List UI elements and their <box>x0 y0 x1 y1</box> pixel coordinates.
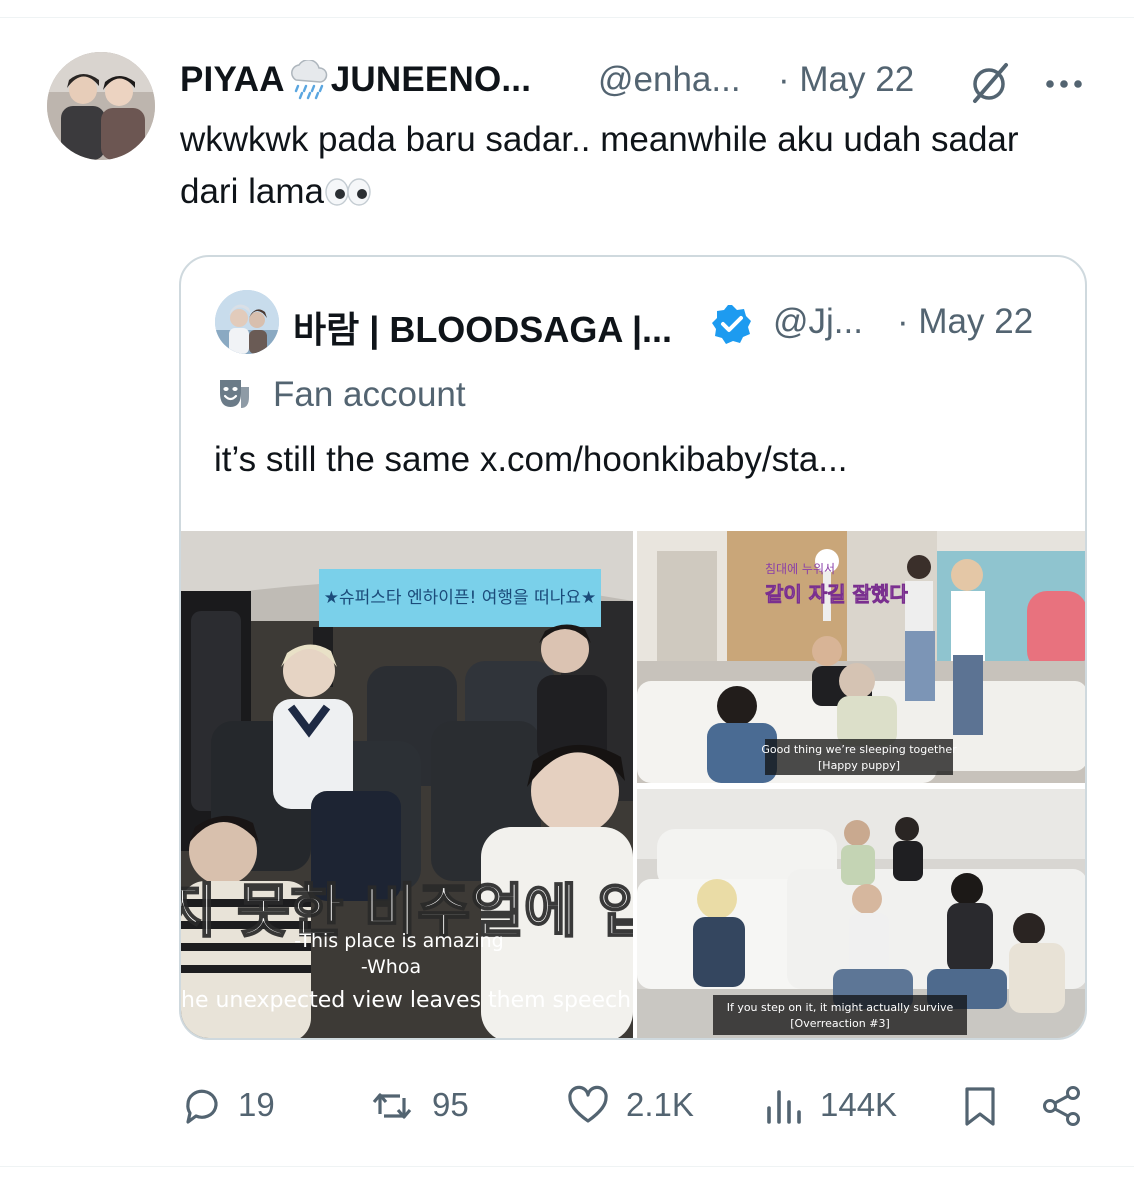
author-display-name[interactable]: PIYAA JUNEENO... <box>180 58 531 100</box>
bookmark-button[interactable] <box>958 1080 1002 1130</box>
repost-count: 95 <box>432 1086 469 1123</box>
bus-banner-text: ★슈퍼스타 엔하이픈! 여행을 떠나요★ <box>324 588 596 608</box>
quoted-author-avatar[interactable] <box>215 290 279 354</box>
more-options-icon[interactable] <box>1040 62 1088 102</box>
share-button[interactable] <box>1040 1080 1084 1130</box>
tweet-text: wkwkwk pada baru sadar.. meanwhile aku u… <box>180 114 1080 218</box>
bottom-divider <box>0 1166 1134 1167</box>
media-image-bedroom-1[interactable]: 침대에 누워서 같이 자길 잘했다 Good thing we’re sleep… <box>637 531 1085 783</box>
quoted-tweet-card[interactable]: 바람 | BLOODSAGA |... @Jj... · May 22 Fan … <box>179 255 1087 1040</box>
reply-icon <box>186 1089 218 1124</box>
quoted-date[interactable]: · May 22 <box>897 302 1033 342</box>
media-image-bedroom-2[interactable]: If you step on it, it might actually sur… <box>637 789 1085 1038</box>
bedroom1-caption-line1: Good thing we’re sleeping together <box>761 743 957 756</box>
quoted-handle[interactable]: @Jj... <box>773 302 863 342</box>
bus-caption-line3: he unexpected view leaves them speechles <box>181 988 633 1013</box>
media-image-bus[interactable]: ★슈퍼스타 엔하이픈! 여행을 떠나요★ 지 못한 비주얼에 입 -This p… <box>181 531 633 1038</box>
bedroom2-caption-line1: If you step on it, it might actually sur… <box>727 1001 954 1014</box>
reply-button[interactable]: 19 <box>180 1080 300 1130</box>
views-chart-icon <box>767 1090 801 1124</box>
quoted-tweet-text[interactable]: it’s still the same x.com/hoonkibaby/sta… <box>214 440 848 480</box>
bedroom1-caption-line2: [Happy puppy] <box>818 759 900 772</box>
like-count: 2.1K <box>626 1086 694 1123</box>
bedroom-overlay-korean: 같이 자길 잘했다 <box>765 582 908 606</box>
quoted-display-name[interactable]: 바람 | BLOODSAGA |... <box>293 301 672 353</box>
repost-icon <box>372 1093 412 1119</box>
tweet-text-content: wkwkwk pada baru sadar.. meanwhile aku u… <box>180 120 1019 211</box>
share-icon <box>1043 1086 1080 1126</box>
bookmark-icon <box>965 1087 995 1126</box>
author-avatar[interactable] <box>47 52 155 160</box>
heart-icon <box>568 1085 608 1123</box>
author-handle[interactable]: @enha... <box>598 60 741 100</box>
bus-caption-line2: -Whoa <box>361 956 421 978</box>
bedroom2-caption-line2: [Overreaction #3] <box>790 1017 889 1030</box>
like-button[interactable]: 2.1K <box>566 1080 706 1130</box>
display-name-part2[interactable]: JUNEENO... <box>331 60 531 99</box>
quoted-media-grid: ★슈퍼스타 엔하이픈! 여행을 떠나요★ 지 못한 비주얼에 입 -This p… <box>181 531 1085 1038</box>
display-name-part1[interactable]: PIYAA <box>180 60 285 99</box>
fan-account-text: Fan account <box>273 375 466 414</box>
top-divider <box>0 17 1134 18</box>
tweet-action-bar: 19 95 2.1K 144K <box>0 1080 1134 1130</box>
repost-button[interactable]: 95 <box>370 1080 500 1130</box>
theater-masks-icon <box>220 380 249 408</box>
view-count: 144K <box>820 1086 898 1123</box>
tweet-header: PIYAA JUNEENO... @enha... · May 22 <box>180 56 1100 103</box>
verified-badge-icon <box>712 305 751 344</box>
eyes-icon <box>325 178 371 206</box>
bedroom-overlay-small: 침대에 누워서 <box>765 562 835 576</box>
cloud-rain-icon <box>290 59 328 99</box>
grok-icon[interactable] <box>966 59 1014 107</box>
views-button[interactable]: 144K <box>762 1080 912 1130</box>
reply-count: 19 <box>238 1086 275 1123</box>
bus-caption-line1: -This place is amazing <box>294 930 504 952</box>
tweet-date[interactable]: · May 22 <box>778 60 914 100</box>
